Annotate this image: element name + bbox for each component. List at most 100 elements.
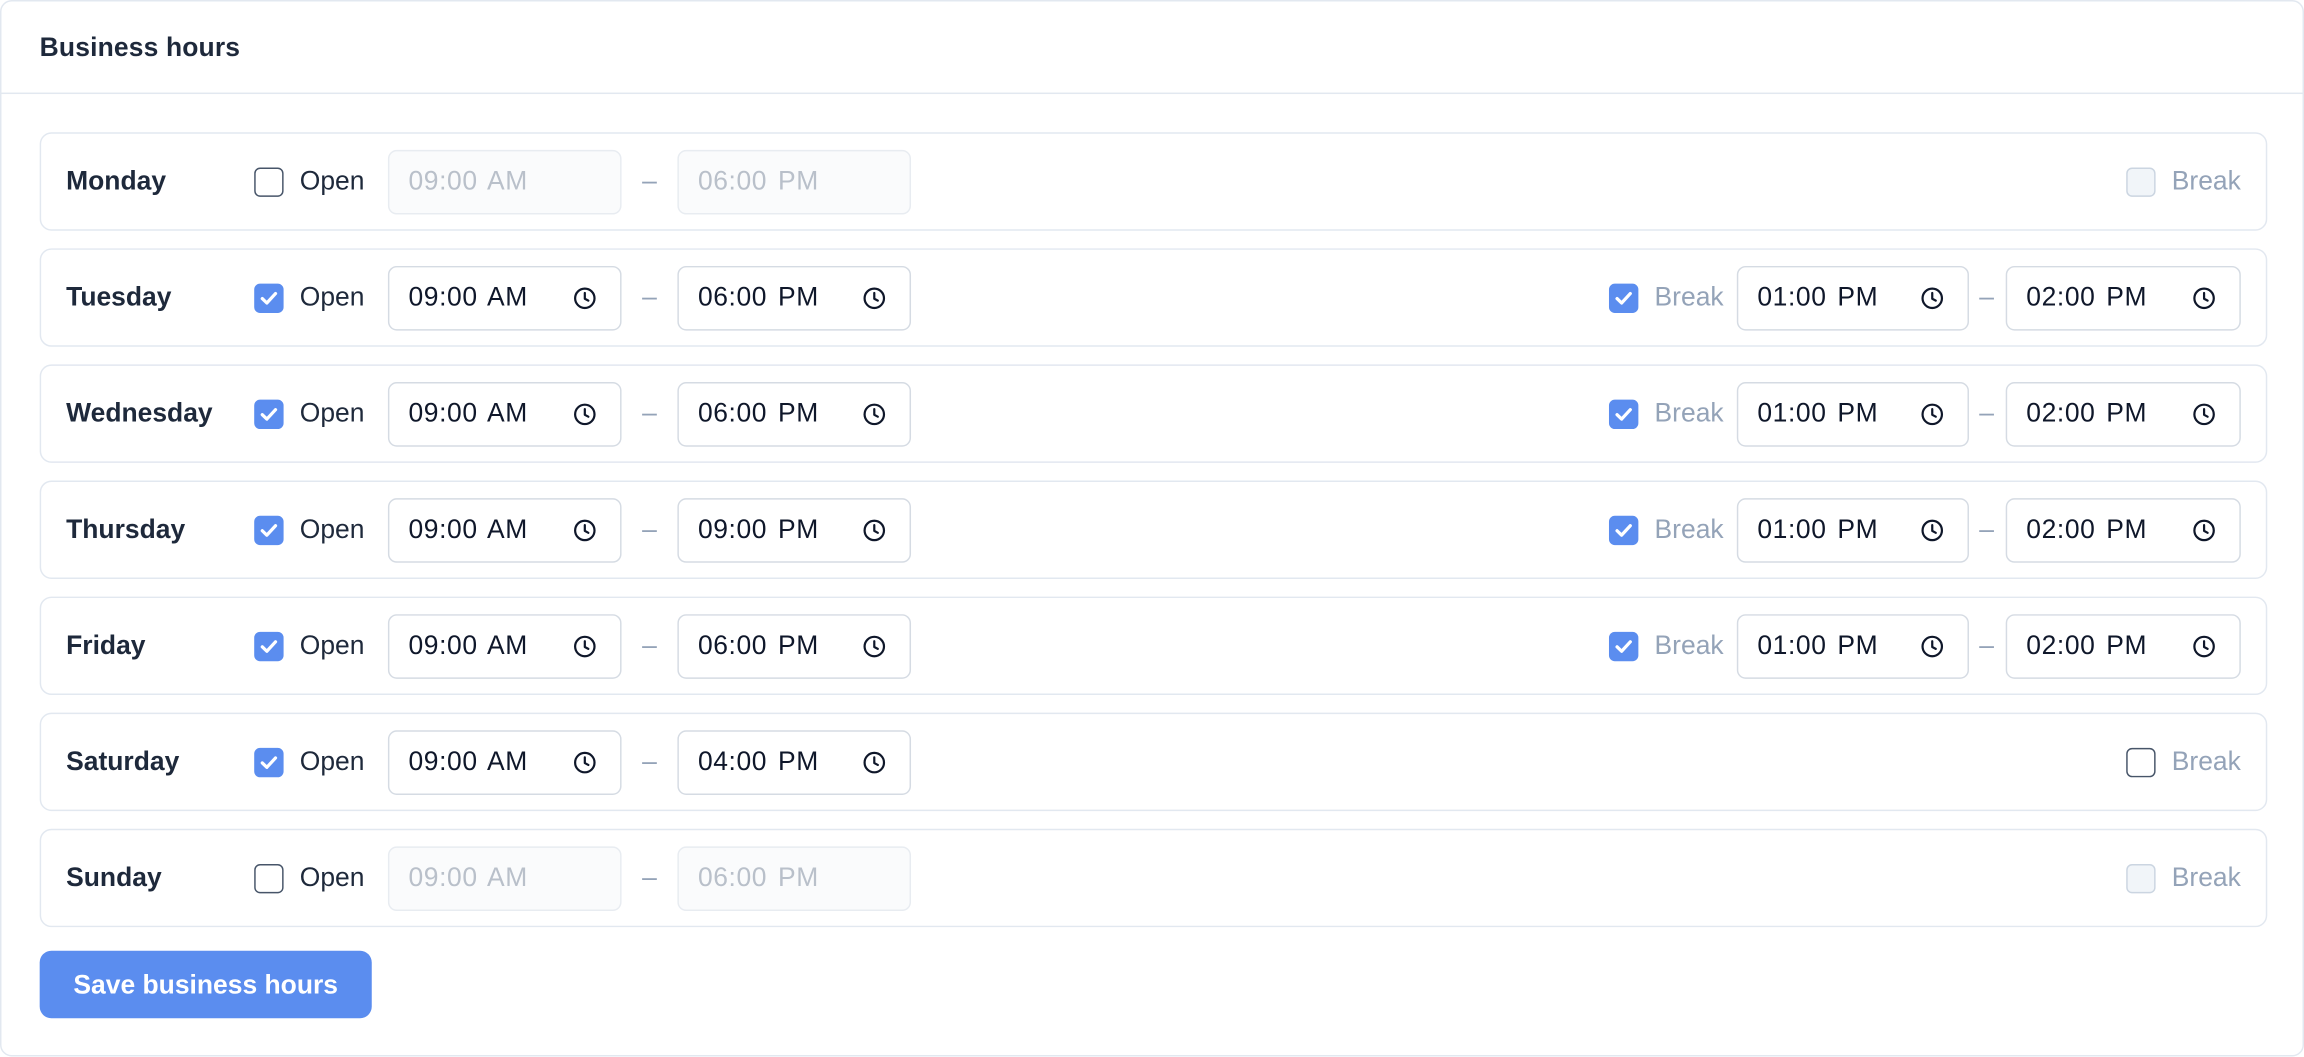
time-range-separator: – — [642, 746, 657, 776]
time-range-separator: – — [642, 398, 657, 428]
close-time-value: 06:00 PM — [697, 630, 819, 660]
day-rows: Monday Open 09:00 AM – 06:00 PM Break Tuesday O… — [39, 132, 2268, 945]
break-checkbox[interactable] — [1608, 631, 1639, 661]
checkmark-icon — [1615, 639, 1632, 653]
open-time-input[interactable]: 09:00 AM — [387, 497, 622, 563]
close-time-input[interactable]: 06:00 PM — [677, 265, 912, 330]
break-checkbox[interactable] — [1608, 282, 1639, 313]
break-start-input[interactable]: 01:00 PM — [1736, 497, 1969, 563]
break-checkbox[interactable] — [1608, 515, 1639, 545]
close-time-value: 06:00 PM — [697, 282, 819, 312]
clock-icon — [863, 518, 886, 541]
break-range-separator: – — [1979, 630, 1994, 660]
break-start-input[interactable]: 01:00 PM — [1736, 613, 1969, 679]
break-range-separator: – — [1979, 282, 1994, 312]
checkmark-icon — [1615, 523, 1632, 537]
break-start-value: 01:00 PM — [1757, 514, 1879, 544]
open-checkbox[interactable] — [254, 282, 284, 313]
break-end-value: 02:00 PM — [2026, 398, 2148, 428]
open-time-value: 09:00 AM — [408, 862, 528, 892]
open-label: Open — [299, 514, 365, 544]
day-row-sunday: Sunday Open 09:00 AM – 06:00 PM Break — [39, 828, 2268, 928]
open-label: Open — [299, 630, 365, 660]
open-label: Open — [299, 746, 365, 776]
break-start-input[interactable]: 01:00 PM — [1736, 265, 1969, 330]
time-range-separator: – — [642, 630, 657, 660]
open-time-input: 09:00 AM — [387, 149, 622, 214]
time-range-separator: – — [642, 282, 657, 312]
checkmark-icon — [1615, 291, 1632, 304]
clock-icon — [574, 286, 596, 309]
open-checkbox[interactable] — [254, 166, 284, 197]
checkmark-icon — [260, 407, 278, 420]
open-time-input: 09:00 AM — [387, 845, 622, 911]
break-end-value: 02:00 PM — [2026, 282, 2148, 312]
close-time-input[interactable]: 06:00 PM — [677, 381, 912, 446]
open-checkbox[interactable] — [254, 631, 284, 661]
open-label: Open — [299, 166, 365, 196]
break-label: Break — [2171, 166, 2241, 196]
save-business-hours-button[interactable]: Save business hours — [39, 950, 372, 1019]
open-time-input[interactable]: 09:00 AM — [387, 729, 622, 795]
open-checkbox[interactable] — [254, 863, 284, 893]
break-label: Break — [1654, 630, 1724, 660]
business-hours-card: Business hours Monday Open 09:00 AM – 06:00 … — [0, 0, 2304, 1057]
open-time-input[interactable]: 09:00 AM — [387, 613, 622, 679]
clock-icon — [574, 402, 596, 425]
close-time-value: 06:00 PM — [697, 862, 819, 892]
clock-icon — [1921, 286, 1944, 309]
open-time-value: 09:00 AM — [408, 398, 528, 428]
break-start-value: 01:00 PM — [1757, 398, 1879, 428]
clock-icon — [863, 286, 886, 309]
open-time-value: 09:00 AM — [408, 282, 528, 312]
break-end-value: 02:00 PM — [2026, 630, 2148, 660]
clock-icon — [2193, 402, 2215, 425]
break-start-input[interactable]: 01:00 PM — [1736, 381, 1969, 446]
break-checkbox[interactable] — [2126, 747, 2156, 777]
checkmark-icon — [260, 639, 278, 653]
break-label: Break — [1654, 514, 1724, 544]
break-range-separator: – — [1979, 514, 1994, 544]
checkmark-icon — [260, 291, 278, 304]
close-time-input[interactable]: 06:00 PM — [677, 613, 912, 679]
close-time-input: 06:00 PM — [677, 845, 912, 911]
open-time-input[interactable]: 09:00 AM — [387, 381, 622, 446]
open-time-input[interactable]: 09:00 AM — [387, 265, 622, 330]
clock-icon — [574, 518, 596, 541]
time-range-separator: – — [642, 514, 657, 544]
break-end-input[interactable]: 02:00 PM — [2005, 613, 2241, 679]
break-label: Break — [1654, 282, 1724, 312]
day-name: Thursday — [66, 514, 186, 544]
clock-icon — [574, 634, 596, 657]
open-label: Open — [299, 282, 365, 312]
break-end-value: 02:00 PM — [2026, 514, 2148, 544]
day-row-monday: Monday Open 09:00 AM – 06:00 PM Break — [39, 132, 2268, 231]
card-header: Business hours — [1, 1, 2303, 95]
open-label: Open — [299, 398, 365, 428]
clock-icon — [1921, 402, 1944, 425]
open-checkbox[interactable] — [254, 747, 284, 777]
clock-icon — [2193, 634, 2215, 657]
break-end-input[interactable]: 02:00 PM — [2005, 497, 2241, 563]
checkmark-icon — [1615, 407, 1632, 420]
time-range-separator: – — [642, 166, 657, 196]
clock-icon — [1921, 518, 1944, 541]
break-end-input[interactable]: 02:00 PM — [2005, 265, 2241, 330]
open-checkbox[interactable] — [254, 515, 284, 545]
close-time-input[interactable]: 04:00 PM — [677, 729, 912, 795]
clock-icon — [863, 751, 886, 773]
break-checkbox — [2126, 863, 2156, 893]
break-end-input[interactable]: 02:00 PM — [2005, 381, 2241, 446]
clock-icon — [574, 751, 596, 773]
page: Business hours Monday Open 09:00 AM – 06:00 … — [0, 0, 2304, 1057]
break-start-value: 01:00 PM — [1757, 630, 1879, 660]
break-checkbox[interactable] — [1608, 398, 1639, 429]
open-checkbox[interactable] — [254, 398, 284, 429]
close-time-input[interactable]: 09:00 PM — [677, 497, 912, 563]
checkmark-icon — [260, 755, 278, 769]
day-name: Wednesday — [66, 398, 213, 428]
checkmark-icon — [260, 523, 278, 537]
day-row-thursday: Thursday Open 09:00 AM – 09:00 PM Break 01:00 … — [39, 480, 2268, 579]
clock-icon — [863, 634, 886, 657]
break-label: Break — [1654, 398, 1724, 428]
